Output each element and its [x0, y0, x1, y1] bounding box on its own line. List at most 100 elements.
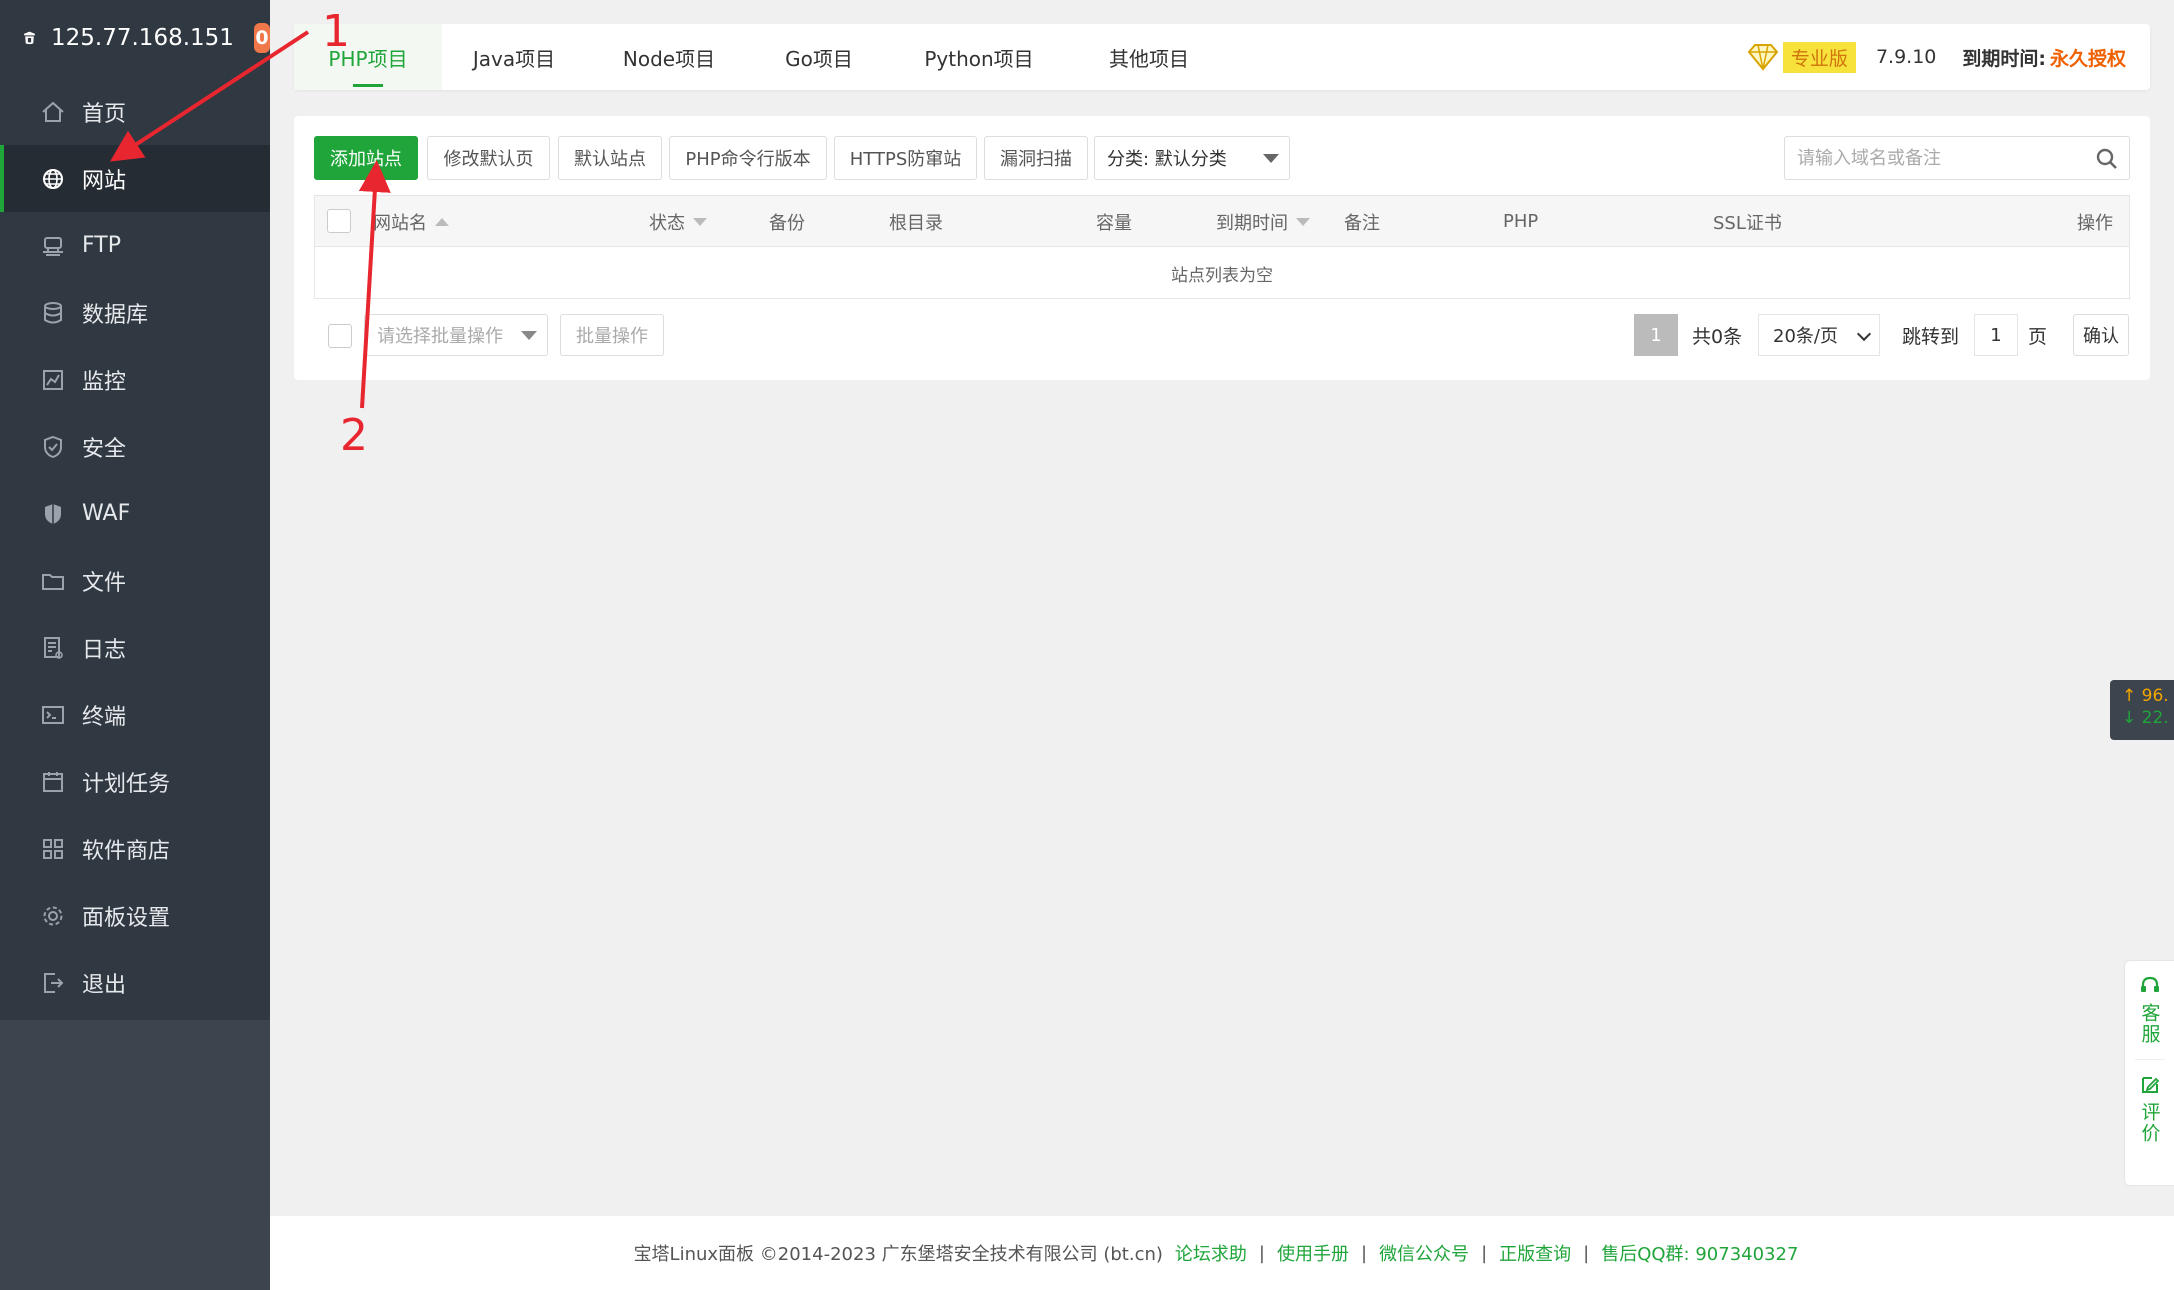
footer-link-manual[interactable]: 使用手册	[1277, 1240, 1349, 1266]
caret-down-icon	[521, 331, 537, 340]
sidebar-item-database[interactable]: 数据库	[0, 279, 270, 346]
tab-node[interactable]: Node项目	[594, 24, 744, 90]
customer-service-label: 客服	[2138, 1003, 2161, 1045]
gear-icon	[43, 906, 63, 925]
sidebar-item-ftp[interactable]: FTP	[0, 212, 270, 279]
logout-icon	[44, 972, 64, 993]
batch-action-button[interactable]: 批量操作	[560, 314, 664, 356]
vuln-scan-button[interactable]: 漏洞扫描	[984, 136, 1088, 180]
sidebar-item-home[interactable]: 首页	[0, 78, 270, 145]
site-list-card: 添加站点 修改默认页 默认站点 PHP命令行版本 HTTPS防窜站 漏洞扫描 分…	[294, 116, 2150, 380]
footer-separator: |	[1583, 1242, 1590, 1264]
col-ssl: SSL证书	[1713, 212, 1782, 234]
waf-shield-icon	[45, 503, 61, 524]
sidebar-item-label: WAF	[82, 501, 131, 526]
sidebar-item-label: 首页	[82, 101, 127, 127]
search-input[interactable]	[1785, 137, 2075, 179]
pro-edition-tag[interactable]: 专业版	[1782, 41, 1856, 73]
modify-default-page-button[interactable]: 修改默认页	[427, 136, 550, 180]
project-tabs-bar: PHP项目 Java项目 Node项目 Go项目 Python项目 其他项目 专…	[294, 24, 2150, 90]
page-number-current[interactable]: 1	[1634, 314, 1678, 356]
sidebar-item-files[interactable]: 文件	[0, 547, 270, 614]
php-cli-version-button[interactable]: PHP命令行版本	[669, 136, 827, 180]
sort-up-icon	[435, 217, 449, 226]
annotation-number-2: 2	[340, 410, 368, 461]
sidebar-item-label: FTP	[82, 233, 121, 258]
col-php: PHP	[1503, 211, 1539, 232]
col-expire[interactable]: 到期时间	[1216, 196, 1310, 247]
search-icon[interactable]	[2095, 147, 2119, 171]
bottom-select-all-checkbox[interactable]	[328, 324, 352, 348]
batch-action-select[interactable]: 请选择批量操作	[364, 314, 548, 356]
review-button[interactable]: 评价	[2125, 1060, 2174, 1144]
empty-message: 站点列表为空	[1171, 265, 1273, 286]
sidebar: 125.77.168.151 0 首页 网站 FTP 数据库 监控 安全 WAF…	[0, 0, 270, 1290]
network-speed-widget[interactable]: ↑ 96. ↓ 22.	[2110, 680, 2174, 740]
add-site-button[interactable]: 添加站点	[314, 136, 418, 180]
sidebar-item-label: 数据库	[82, 302, 149, 328]
jump-page-input[interactable]: 1	[1974, 314, 2018, 356]
copyright-text: 宝塔Linux面板 ©2014-2023 广东堡塔安全技术有限公司 (bt.cn…	[633, 1244, 1163, 1265]
default-site-button[interactable]: 默认站点	[558, 136, 662, 180]
expire-value: 永久授权	[2049, 47, 2126, 70]
footer-link-verify[interactable]: 正版查询	[1499, 1240, 1571, 1266]
customer-service-button[interactable]: 客服	[2125, 961, 2174, 1045]
tab-go[interactable]: Go项目	[754, 24, 884, 90]
col-status[interactable]: 状态	[649, 196, 707, 247]
per-page-select[interactable]: 20条/页	[1758, 314, 1880, 356]
headset-icon	[2140, 976, 2159, 992]
footer-link-wechat[interactable]: 微信公众号	[1379, 1240, 1469, 1266]
col-backup: 备份	[769, 212, 805, 234]
tab-php[interactable]: PHP项目	[294, 24, 442, 90]
page-unit-label: 页	[2028, 325, 2048, 348]
sidebar-item-label: 文件	[82, 570, 127, 596]
sidebar-item-settings[interactable]: 面板设置	[0, 882, 270, 949]
sidebar-item-cron[interactable]: 计划任务	[0, 748, 270, 815]
sidebar-item-terminal[interactable]: 终端	[0, 681, 270, 748]
sort-down-icon	[1296, 217, 1310, 226]
footer-link-forum[interactable]: 论坛求助	[1175, 1240, 1247, 1266]
sidebar-item-app-store[interactable]: 软件商店	[0, 815, 270, 882]
calendar-icon	[43, 771, 63, 792]
sidebar-item-monitor[interactable]: 监控	[0, 346, 270, 413]
sidebar-item-label: 面板设置	[82, 905, 171, 931]
col-site-name[interactable]: 网站名	[373, 196, 449, 247]
confirm-jump-button[interactable]: 确认	[2073, 314, 2129, 356]
table-header: 网站名 状态 备份 根目录 容量 到期时间 备注 PHP SSL证书 操作	[315, 196, 2129, 247]
sidebar-item-logout[interactable]: 退出	[0, 949, 270, 1016]
category-select-value: 分类: 默认分类	[1107, 149, 1227, 170]
col-label: 状态	[649, 212, 685, 234]
shield-icon	[44, 435, 62, 458]
license-info: 专业版 7.9.10 到期时间: 永久授权	[1745, 24, 2126, 90]
database-icon	[44, 301, 62, 323]
caret-down-icon	[1263, 154, 1279, 163]
annotation-number-1: 1	[322, 6, 350, 57]
sidebar-item-label: 日志	[82, 637, 127, 663]
jump-label: 跳转到	[1902, 325, 1960, 348]
page-footer: 宝塔Linux面板 ©2014-2023 广东堡塔安全技术有限公司 (bt.cn…	[270, 1216, 2174, 1290]
sidebar-item-waf[interactable]: WAF	[0, 480, 270, 547]
tab-python[interactable]: Python项目	[894, 24, 1064, 90]
col-root-dir: 根目录	[889, 212, 943, 234]
total-count: 共0条	[1692, 325, 1743, 348]
footer-separator: |	[1360, 1242, 1368, 1264]
expire-label: 到期时间:	[1962, 47, 2046, 70]
site-table: 网站名 状态 备份 根目录 容量 到期时间 备注 PHP SSL证书 操作 站点…	[314, 195, 2130, 299]
col-label: 网站名	[373, 212, 427, 234]
col-label: 到期时间	[1216, 212, 1288, 234]
col-remark: 备注	[1344, 212, 1380, 234]
notification-badge[interactable]: 0	[253, 23, 270, 53]
server-ip: 125.77.168.151	[51, 25, 234, 51]
sidebar-item-logs[interactable]: 日志	[0, 614, 270, 681]
category-select[interactable]: 分类: 默认分类	[1094, 136, 1290, 180]
sidebar-item-label: 安全	[82, 436, 127, 462]
tab-other[interactable]: 其他项目	[1074, 24, 1224, 90]
https-guard-button[interactable]: HTTPS防窜站	[834, 136, 977, 180]
sidebar-item-website[interactable]: 网站	[0, 145, 270, 212]
tab-java[interactable]: Java项目	[444, 24, 584, 90]
sidebar-item-security[interactable]: 安全	[0, 413, 270, 480]
terminal-icon	[42, 705, 64, 724]
sidebar-item-label: 网站	[82, 168, 127, 194]
footer-link-qq-group[interactable]: 售后QQ群: 907340327	[1601, 1240, 1798, 1266]
select-all-checkbox[interactable]	[327, 209, 351, 233]
